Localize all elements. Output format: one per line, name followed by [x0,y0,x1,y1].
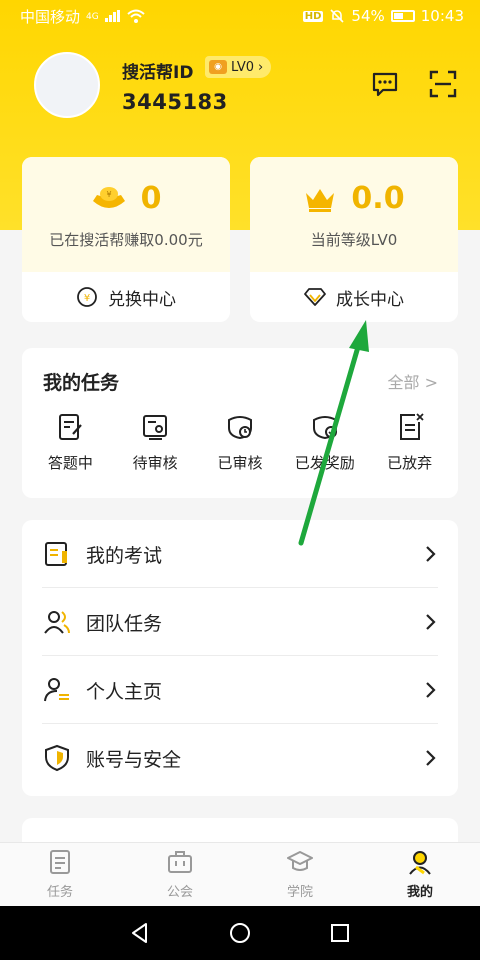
menu-item-account-security[interactable]: 账号与安全 [42,724,438,792]
menu-item-my-exams-label: 我的考试 [86,544,163,567]
crown-icon [306,188,335,212]
task-answering-label: 答题中 [47,454,93,472]
back-icon[interactable] [128,921,152,945]
menu-item-personal-page[interactable]: 个人主页 [42,656,438,724]
home-icon[interactable] [228,921,252,945]
task-pending-review-label: 待审核 [132,454,178,472]
growth-center-label: 成长中心 [336,289,404,310]
chevron-right-icon [426,546,436,562]
my-tasks-card: 我的任务 全部 > 答题中 待审核 已审核 已发奖励 已放弃 [22,348,458,498]
review-pending-icon [143,415,168,440]
tab-mine-label: 我的 [406,885,433,900]
level-badge-text: LV0 [231,59,254,75]
chevron-right-icon [426,614,436,630]
abandoned-icon [399,413,424,440]
user-id-value: 3445183 [122,90,228,114]
task-rewarded-label: 已发奖励 [294,454,355,472]
chevron-right-icon [426,750,436,766]
tab-guild[interactable]: 公会 [120,843,240,906]
level-badge[interactable]: ◉ LV0 › [205,56,272,78]
message-icon[interactable] [371,70,399,98]
tab-mine[interactable]: 我的 [360,843,480,906]
tab-academy[interactable]: 学院 [240,843,360,906]
battery-percent: 54% [351,7,385,25]
carrier-name: 中国移动 [20,7,81,26]
clock: 10:43 [420,7,464,25]
briefcase-icon [168,851,192,873]
level-value: 0.0 [351,181,405,216]
wifi-icon [127,9,145,23]
task-list-icon [50,850,70,874]
shield-icon [45,744,69,772]
earnings-caption: 已在搜活帮赚取0.00元 [49,231,203,249]
menu-item-personal-page-label: 个人主页 [86,680,163,703]
chevron-right-icon [426,682,436,698]
exchange-center-button[interactable]: ¥ 兑换中心 [22,272,230,322]
menu-card: 我的考试 团队任务 个人主页 账号与安全 [22,520,458,796]
chevron-right-icon: › [257,59,264,75]
network-type: 4G [86,11,99,22]
diamond-icon [304,288,326,306]
profile-icon [44,678,69,702]
task-abandoned[interactable]: 已放弃 [370,412,450,473]
task-pending-review[interactable]: 待审核 [115,412,195,473]
earnings-value: 0 [140,181,162,216]
battery-icon [390,10,415,22]
scan-icon[interactable] [429,70,457,98]
tab-guild-label: 公会 [166,885,193,900]
growth-center-button[interactable]: 成长中心 [250,272,458,322]
level-caption: 当前等级LV0 [310,231,398,249]
earnings-card: ¥ 0 已在搜活帮赚取0.00元 ¥ 兑换中心 [22,157,230,322]
reviewed-icon [227,416,252,440]
badge-camera-icon: ◉ [209,60,227,74]
recents-icon[interactable] [328,921,352,945]
svg-text:¥: ¥ [106,190,111,199]
level-card: 0.0 当前等级LV0 成长中心 [250,157,458,322]
task-reviewed[interactable]: 已审核 [200,412,280,473]
edit-note-icon [59,414,83,440]
user-id-label: 搜活帮ID [122,63,194,83]
exam-icon [45,542,67,566]
tab-tasks-label: 任务 [46,885,73,900]
mute-bell-icon [330,9,344,23]
tab-tasks[interactable]: 任务 [0,843,120,906]
status-bar: 中国移动 4G HD 54% 10:43 [0,0,480,32]
all-tasks-link[interactable]: 全部 > [388,369,439,393]
graduation-cap-icon [287,851,313,871]
signal-icon [104,10,120,22]
avatar[interactable] [34,52,100,118]
menu-item-my-exams[interactable]: 我的考试 [42,520,438,588]
task-answering[interactable]: 答题中 [30,412,110,473]
my-tasks-title: 我的任务 [43,372,120,394]
hd-icon: HD [302,10,324,22]
reward-icon [312,416,337,440]
bottom-tab-bar: 任务 公会 学院 我的 [0,842,480,906]
team-icon [44,611,70,634]
person-icon [409,851,431,875]
menu-item-team-tasks[interactable]: 团队任务 [42,588,438,656]
exchange-center-label: 兑换中心 [108,289,176,310]
menu-item-account-security-label: 账号与安全 [86,748,182,771]
task-rewarded[interactable]: 已发奖励 [285,412,365,473]
menu-item-team-tasks-label: 团队任务 [86,612,163,635]
task-abandoned-label: 已放弃 [387,454,433,472]
svg-text:¥: ¥ [84,293,90,304]
task-reviewed-label: 已审核 [217,454,263,472]
system-navigation-bar [0,906,480,960]
tab-academy-label: 学院 [286,885,313,900]
exchange-icon: ¥ [77,287,97,307]
gold-ingot-icon: ¥ [92,186,125,208]
